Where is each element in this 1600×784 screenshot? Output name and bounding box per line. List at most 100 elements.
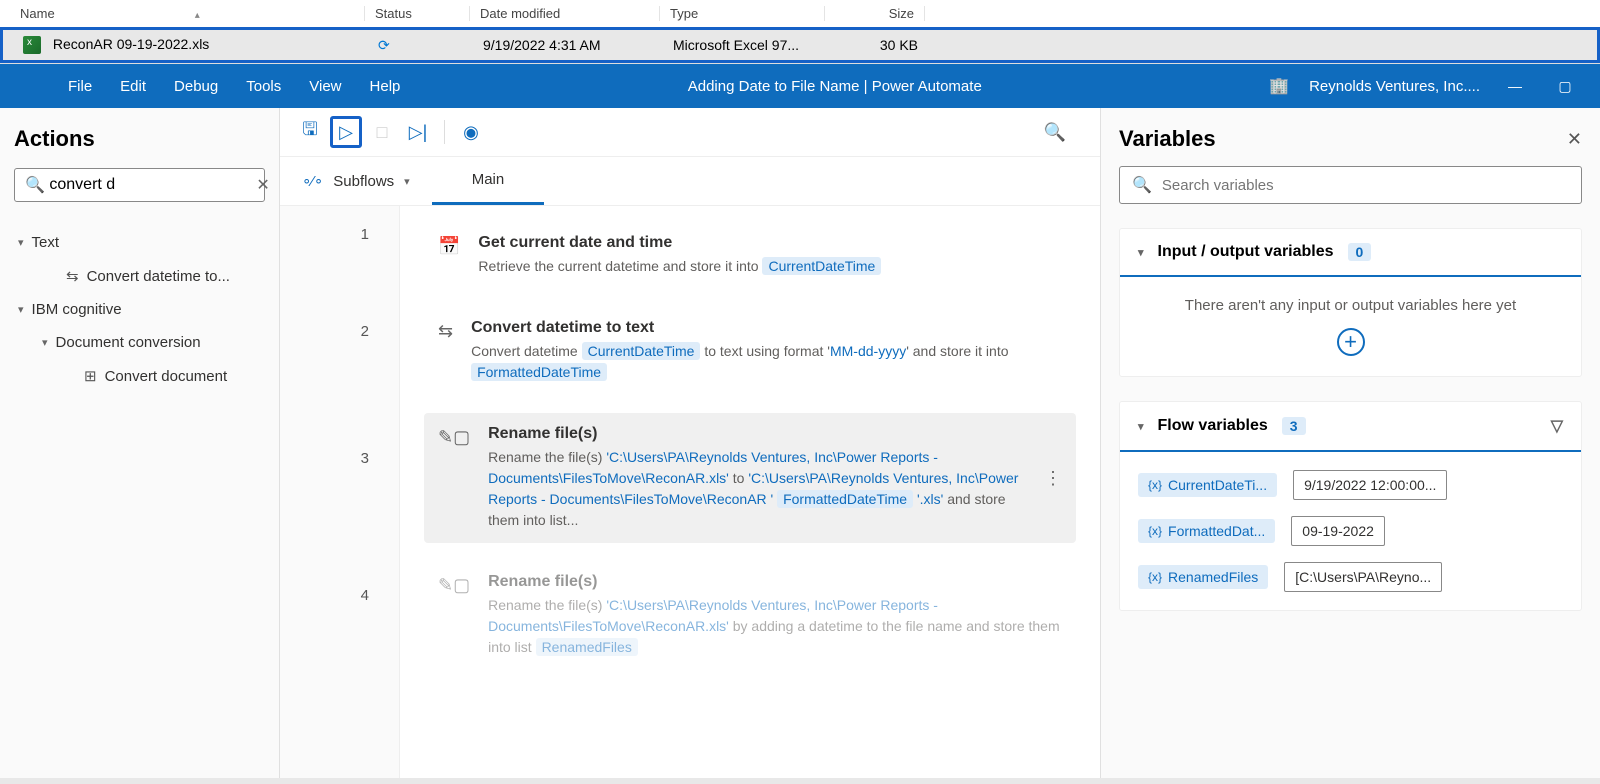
- title-bar: File Edit Debug Tools View Help Adding D…: [0, 64, 1600, 108]
- step-button[interactable]: ▷|: [402, 116, 434, 148]
- chevron-down-icon: ▾: [404, 175, 410, 188]
- actions-tree: ▾Text ⇆Convert datetime to... ▾IBM cogni…: [14, 226, 265, 393]
- col-size[interactable]: Size: [825, 6, 925, 21]
- step-2[interactable]: ⇆ Convert datetime to text Convert datet…: [424, 307, 1076, 395]
- actions-search[interactable]: 🔍 ✕: [14, 168, 265, 202]
- variable-icon: {x}: [1148, 570, 1162, 584]
- rename-icon: ✎▢: [438, 575, 470, 596]
- steps-list: 📅 Get current date and time Retrieve the…: [400, 206, 1100, 778]
- file-date: 9/19/2022 4:31 AM: [473, 37, 663, 53]
- step-num-4[interactable]: 4: [361, 587, 369, 604]
- flow-variables-section: ▾ Flow variables 3 ▽ {x}CurrentDateTi...…: [1119, 401, 1582, 611]
- step-num-2[interactable]: 2: [361, 323, 369, 340]
- convert-icon: ⇆: [438, 321, 453, 342]
- step-4-desc: Rename the file(s) 'C:\Users\PA\Reynolds…: [488, 595, 1062, 658]
- maximize-button[interactable]: ▢: [1550, 78, 1580, 95]
- designer-panel: 🖫 ▷ □ ▷| ◉ 🔍 ∘⁄∘ Subflows ▾ Main 1 2 3 4: [280, 108, 1100, 778]
- variables-heading: Variables: [1119, 126, 1216, 152]
- sync-icon: ⟳: [378, 37, 390, 53]
- var-item-formatteddate[interactable]: {x}FormattedDat... 09-19-2022: [1120, 508, 1581, 554]
- menu-edit[interactable]: Edit: [120, 78, 146, 95]
- add-variable-button[interactable]: +: [1337, 328, 1365, 356]
- menu-bar: File Edit Debug Tools View Help: [0, 78, 400, 95]
- designer-search-icon[interactable]: 🔍: [1044, 122, 1066, 143]
- step-2-desc: Convert datetime CurrentDateTime to text…: [471, 341, 1062, 383]
- menu-file[interactable]: File: [68, 78, 92, 95]
- explorer-columns: Name▴ Status Date modified Type Size: [0, 0, 1600, 27]
- col-date[interactable]: Date modified: [470, 6, 660, 21]
- step-3-title: Rename file(s): [488, 425, 1026, 443]
- run-button[interactable]: ▷: [330, 116, 362, 148]
- stop-button[interactable]: □: [366, 116, 398, 148]
- org-name[interactable]: Reynolds Ventures, Inc....: [1309, 78, 1480, 95]
- subflows-bar: ∘⁄∘ Subflows ▾ Main: [280, 157, 1100, 206]
- close-icon[interactable]: ✕: [1567, 129, 1582, 150]
- menu-tools[interactable]: Tools: [246, 78, 281, 95]
- variables-panel: Variables ✕ 🔍 ▾ Input / output variables…: [1100, 108, 1600, 778]
- chevron-down-icon: ▾: [18, 236, 24, 249]
- save-button[interactable]: 🖫: [294, 116, 326, 148]
- subflows-icon: ∘⁄∘: [302, 172, 323, 190]
- variable-icon: {x}: [1148, 524, 1162, 538]
- document-icon: ⊞: [84, 367, 97, 385]
- variables-search-input[interactable]: [1162, 177, 1569, 194]
- filter-icon[interactable]: ▽: [1551, 416, 1563, 436]
- var-value: 09-19-2022: [1291, 516, 1385, 546]
- step-3[interactable]: ✎▢ Rename file(s) Rename the file(s) 'C:…: [424, 413, 1076, 543]
- step-num-1[interactable]: 1: [361, 226, 369, 243]
- col-status[interactable]: Status: [365, 6, 470, 21]
- calendar-icon: 📅: [438, 236, 460, 257]
- tree-ibm[interactable]: ▾IBM cognitive: [14, 293, 265, 326]
- search-icon: 🔍: [1132, 175, 1152, 195]
- col-type[interactable]: Type: [660, 6, 825, 21]
- tree-doc-conversion[interactable]: ▾Document conversion: [14, 326, 265, 359]
- rename-icon: ✎▢: [438, 427, 470, 448]
- col-name[interactable]: Name▴: [20, 6, 365, 21]
- tree-convert-datetime[interactable]: ⇆Convert datetime to...: [14, 259, 265, 293]
- step-num-3[interactable]: 3: [361, 450, 369, 467]
- io-variables-header[interactable]: ▾ Input / output variables 0: [1120, 229, 1581, 277]
- designer-toolbar: 🖫 ▷ □ ▷| ◉ 🔍: [280, 108, 1100, 157]
- more-icon[interactable]: ⋮: [1044, 468, 1062, 489]
- tree-text[interactable]: ▾Text: [14, 226, 265, 259]
- step-4[interactable]: ✎▢ Rename file(s) Rename the file(s) 'C:…: [424, 561, 1076, 670]
- var-item-currentdatetime[interactable]: {x}CurrentDateTi... 9/19/2022 12:00:00..…: [1120, 462, 1581, 508]
- io-empty-text: There aren't any input or output variabl…: [1140, 297, 1561, 314]
- window-title: Adding Date to File Name | Power Automat…: [400, 78, 1269, 95]
- menu-debug[interactable]: Debug: [174, 78, 218, 95]
- step-1[interactable]: 📅 Get current date and time Retrieve the…: [424, 222, 1076, 289]
- tab-main[interactable]: Main: [432, 157, 545, 205]
- file-row-highlight: ReconAR 09-19-2022.xls ⟳ 9/19/2022 4:31 …: [0, 27, 1600, 63]
- actions-search-input[interactable]: [49, 176, 256, 194]
- step-3-desc: Rename the file(s) 'C:\Users\PA\Reynolds…: [488, 447, 1026, 531]
- step-4-title: Rename file(s): [488, 573, 1062, 591]
- io-count-badge: 0: [1348, 243, 1372, 261]
- var-value: 9/19/2022 12:00:00...: [1293, 470, 1447, 500]
- excel-file-icon: [23, 36, 41, 54]
- step-2-title: Convert datetime to text: [471, 319, 1062, 337]
- org-icon: 🏢: [1269, 76, 1289, 96]
- actions-panel: Actions 🔍 ✕ ▾Text ⇆Convert datetime to..…: [0, 108, 280, 778]
- tree-convert-document[interactable]: ⊞Convert document: [14, 359, 265, 393]
- subflows-dropdown[interactable]: ∘⁄∘ Subflows ▾: [280, 158, 432, 204]
- actions-heading: Actions: [14, 126, 265, 152]
- toolbar-separator: [444, 120, 445, 144]
- chevron-down-icon: ▾: [1138, 246, 1144, 259]
- menu-help[interactable]: Help: [370, 78, 401, 95]
- step-1-desc: Retrieve the current datetime and store …: [478, 256, 1062, 277]
- record-button[interactable]: ◉: [455, 116, 487, 148]
- chevron-down-icon: ▾: [18, 303, 24, 316]
- step-1-title: Get current date and time: [478, 234, 1062, 252]
- chevron-down-icon: ▾: [42, 336, 48, 349]
- file-name: ReconAR 09-19-2022.xls: [53, 36, 209, 52]
- menu-view[interactable]: View: [309, 78, 341, 95]
- search-icon: 🔍: [25, 175, 45, 195]
- file-type: Microsoft Excel 97...: [663, 37, 828, 53]
- file-explorer: Name▴ Status Date modified Type Size Rec…: [0, 0, 1600, 64]
- flow-variables-header[interactable]: ▾ Flow variables 3 ▽: [1120, 402, 1581, 452]
- var-item-renamedfiles[interactable]: {x}RenamedFiles [C:\Users\PA\Reyno...: [1120, 554, 1581, 600]
- minimize-button[interactable]: —: [1500, 78, 1530, 94]
- clear-icon[interactable]: ✕: [256, 175, 269, 195]
- variables-search[interactable]: 🔍: [1119, 166, 1582, 204]
- file-row[interactable]: ReconAR 09-19-2022.xls ⟳ 9/19/2022 4:31 …: [3, 30, 1597, 60]
